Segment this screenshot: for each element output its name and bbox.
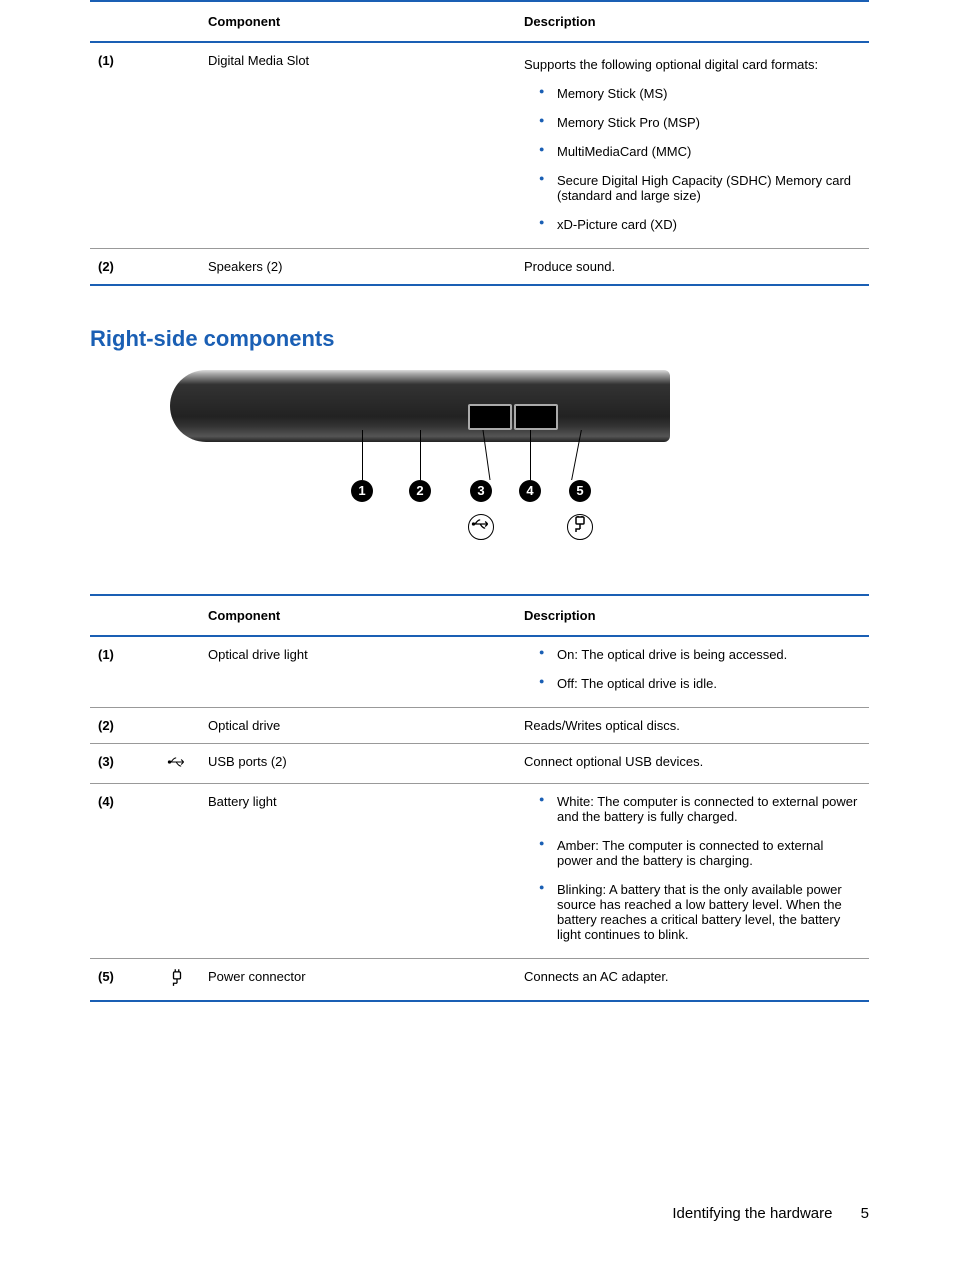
table2-row4-component: Battery light [200, 784, 516, 959]
table2-row3-description: Connect optional USB devices. [516, 744, 869, 784]
table2-row4-description: White: The computer is connected to exte… [516, 784, 869, 959]
footer-page-number: 5 [861, 1205, 869, 1222]
right-side-components-table: Component Description (1) Optical drive … [90, 594, 869, 1002]
power-row-icon [154, 959, 200, 1002]
table2-row5-description: Connects an AC adapter. [516, 959, 869, 1002]
table1-row2-num: (2) [90, 249, 154, 286]
usb-port-graphic [514, 404, 558, 430]
power-icon [570, 516, 590, 532]
list-item: Amber: The computer is connected to exte… [539, 838, 861, 868]
front-components-table: Component Description (1) Digital Media … [90, 0, 869, 286]
callout-1: 1 [351, 480, 373, 502]
table2-row5-component: Power connector [200, 959, 516, 1002]
list-item: Off: The optical drive is idle. [539, 676, 861, 691]
list-item: Memory Stick (MS) [539, 86, 861, 101]
table1-row1-description: Supports the following optional digital … [516, 42, 869, 249]
usb-icon [471, 516, 491, 532]
table2-row1-description: On: The optical drive is being accessed.… [516, 636, 869, 708]
footer-section-title: Identifying the hardware [672, 1205, 832, 1222]
callout-5: 5 [569, 480, 591, 502]
usb-port-graphic [468, 404, 512, 430]
callout-2: 2 [409, 480, 431, 502]
table2-row1-component: Optical drive light [200, 636, 516, 708]
list-item: Secure Digital High Capacity (SDHC) Memo… [539, 173, 861, 203]
section-heading: Right-side components [90, 326, 869, 352]
usb-icon [167, 754, 187, 770]
list-item: White: The computer is connected to exte… [539, 794, 861, 824]
laptop-right-side-image: 1 2 3 4 5 [170, 370, 670, 570]
table2-row5-num: (5) [90, 959, 154, 1002]
usb-callout-icon [468, 514, 494, 540]
table2-row2-component: Optical drive [200, 708, 516, 744]
callout-3: 3 [470, 480, 492, 502]
power-callout-icon [567, 514, 593, 540]
table2-row1-num: (1) [90, 636, 154, 708]
table2-row4-num: (4) [90, 784, 154, 959]
list-item: xD-Picture card (XD) [539, 217, 861, 232]
table1-header-component: Component [200, 1, 516, 42]
callout-4: 4 [519, 480, 541, 502]
page-footer: Identifying the hardware 5 [672, 1205, 869, 1222]
list-item: On: The optical drive is being accessed. [539, 647, 861, 662]
table2-header-description: Description [516, 595, 869, 636]
table2-row2-num: (2) [90, 708, 154, 744]
table2-row3-num: (3) [90, 744, 154, 784]
table1-row2-description: Produce sound. [516, 249, 869, 286]
table1-row1-component: Digital Media Slot [200, 42, 516, 249]
table2-row3-component: USB ports (2) [200, 744, 516, 784]
table1-row2-component: Speakers (2) [200, 249, 516, 286]
list-item: MultiMediaCard (MMC) [539, 144, 861, 159]
table2-header-component: Component [200, 595, 516, 636]
table1-header-description: Description [516, 1, 869, 42]
list-item: Blinking: A battery that is the only ava… [539, 882, 861, 942]
list-item: Memory Stick Pro (MSP) [539, 115, 861, 130]
table1-row1-num: (1) [90, 42, 154, 249]
power-icon [170, 969, 184, 987]
table2-row2-description: Reads/Writes optical discs. [516, 708, 869, 744]
usb-row-icon [154, 744, 200, 784]
